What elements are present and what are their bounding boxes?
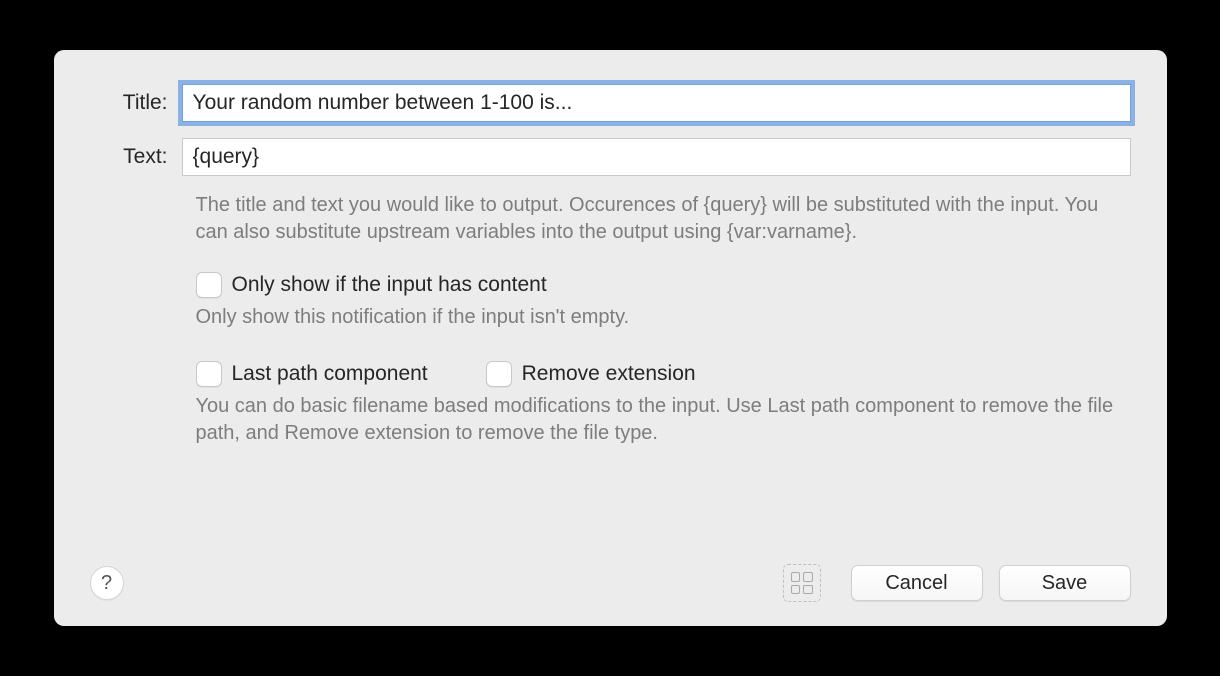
last-path-checkbox[interactable]	[196, 361, 222, 387]
last-path-group: Last path component	[196, 361, 428, 387]
grid-button[interactable]	[783, 564, 821, 602]
bottom-bar: ? Cancel Save	[90, 564, 1131, 602]
filename-row: Last path component Remove extension	[196, 361, 1131, 387]
title-label: Title:	[90, 91, 182, 115]
last-path-label: Last path component	[232, 362, 428, 386]
title-row: Title:	[90, 84, 1131, 122]
filename-help-text: You can do basic filename based modifica…	[196, 393, 1131, 447]
output-help-text: The title and text you would like to out…	[196, 192, 1131, 246]
text-row: Text:	[90, 138, 1131, 176]
only-show-checkbox[interactable]	[196, 272, 222, 298]
save-button[interactable]: Save	[999, 565, 1131, 601]
dialog-panel: Title: Text: The title and text you woul…	[54, 50, 1167, 626]
only-show-label: Only show if the input has content	[232, 273, 547, 297]
only-show-row: Only show if the input has content	[196, 272, 1131, 298]
text-label: Text:	[90, 145, 182, 169]
remove-ext-label: Remove extension	[522, 362, 696, 386]
remove-ext-checkbox[interactable]	[486, 361, 512, 387]
help-button[interactable]: ?	[90, 566, 124, 600]
only-show-help-text: Only show this notification if the input…	[196, 304, 1131, 331]
only-show-group: Only show if the input has content	[196, 272, 547, 298]
grid-icon	[791, 572, 813, 594]
help-icon: ?	[101, 572, 112, 595]
cancel-button[interactable]: Cancel	[851, 565, 983, 601]
remove-ext-group: Remove extension	[486, 361, 696, 387]
text-input[interactable]	[182, 138, 1131, 176]
title-input[interactable]	[182, 84, 1131, 122]
